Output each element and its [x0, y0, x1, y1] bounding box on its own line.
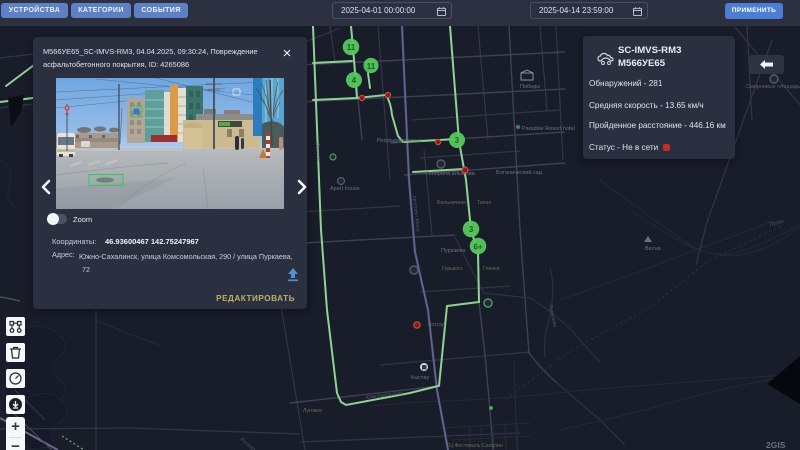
- svg-text:ТЦ Фестиваль Сахалин: ТЦ Фестиваль Сахалин: [446, 443, 503, 449]
- svg-text:11: 11: [347, 43, 356, 52]
- svg-text:Apart house: Apart house: [330, 186, 360, 192]
- svg-text:Кыстау: Кыстау: [411, 375, 429, 381]
- svg-text:Горького: Горького: [442, 266, 463, 272]
- svg-text:Тихая: Тихая: [477, 200, 491, 206]
- svg-text:Весна: Весна: [645, 246, 662, 252]
- svg-text:2GIS: 2GIS: [766, 440, 786, 450]
- svg-text:Ботанический сад: Ботанический сад: [496, 169, 543, 176]
- svg-text:Paradise Resort hotel: Paradise Resort hotel: [522, 126, 575, 132]
- svg-text:Репродукционная: Репродукционная: [377, 138, 422, 144]
- svg-text:Генерала алымова: Генерала алымова: [426, 171, 476, 177]
- svg-text:11: 11: [367, 62, 376, 71]
- svg-text:6+: 6+: [473, 243, 482, 252]
- svg-text:Ботсад: Ботсад: [428, 322, 445, 328]
- svg-text:Ленина: Ленина: [314, 143, 321, 161]
- svg-text:Глинки: Глинки: [483, 266, 500, 272]
- svg-text:Победы: Победы: [520, 84, 540, 90]
- svg-text:Больничная: Больничная: [437, 200, 466, 206]
- svg-text:3: 3: [455, 136, 460, 145]
- svg-text:3: 3: [469, 225, 474, 234]
- svg-text:Смирновых площадь: Смирновых площадь: [746, 84, 800, 90]
- svg-text:4: 4: [352, 76, 357, 85]
- svg-text:Луговое: Луговое: [303, 408, 322, 414]
- svg-text:Пуркаева: Пуркаева: [441, 248, 466, 254]
